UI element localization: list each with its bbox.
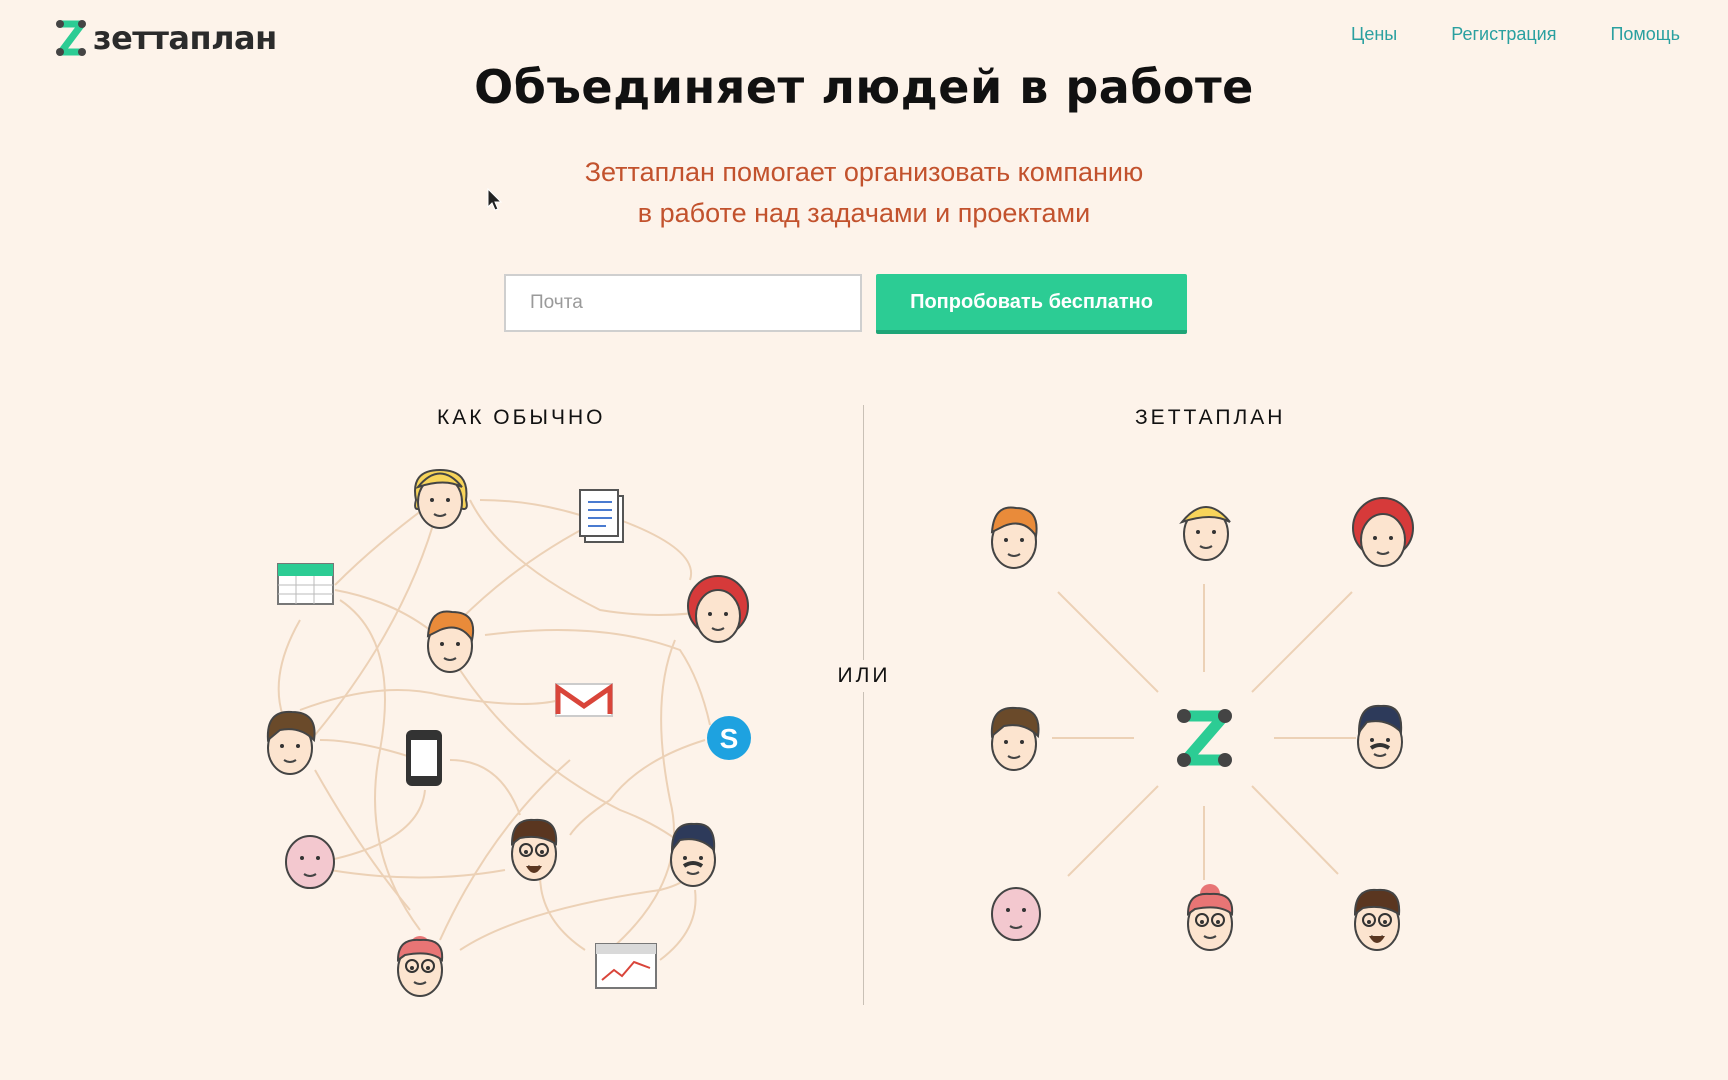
page-title: Объединяет людей в работе [474,60,1254,114]
right-old-man-avatar [991,887,1041,941]
man-glasses-beard-avatar [510,818,558,881]
woman-blonde-avatar [414,468,468,529]
right-man-ginger-avatar [990,506,1038,569]
man-mustache-avatar [670,822,716,887]
email-input[interactable] [504,274,862,332]
right-man-brown-avatar [990,706,1040,771]
document-icon [579,489,624,543]
chart-icon [595,943,657,989]
woman-pink-avatar [396,936,444,997]
mouse-cursor-icon [487,187,503,217]
hero-subtitle: Зеттаплан помогает организовать компанию… [0,152,1728,234]
woman-redhair-avatar [687,575,749,643]
hero-subtitle-line1: Зеттаплан помогает организовать компанию [584,157,1144,187]
man-ginger-avatar [426,610,474,673]
column-divider [863,405,864,1005]
gmail-icon [555,683,613,717]
right-man-glasses-beard-avatar [1353,888,1401,951]
logo[interactable]: зеттаплан [55,18,277,58]
phone-icon [406,730,442,786]
nav-link-help[interactable]: Помощь [1610,24,1680,45]
right-man-mustache-avatar [1357,704,1403,769]
right-column-title: ЗЕТТАПЛАН [1135,406,1286,429]
try-free-button[interactable]: Попробовать бесплатно [876,274,1187,334]
right-woman-blonde-avatar [1179,506,1231,561]
brand-name: зеттаплан [93,19,277,57]
skype-icon: S [707,716,751,760]
svg-text:S: S [720,723,739,754]
right-woman-redhair-avatar [1352,497,1414,567]
old-man-avatar [285,835,335,889]
zettaplan-hub-icon [1177,709,1232,767]
left-tangle-lines [277,496,716,961]
top-nav: Цены Регистрация Помощь [1351,24,1680,45]
zettaplan-logo-icon [55,19,87,57]
right-woman-pink-avatar [1186,884,1234,951]
calendar-icon [277,563,334,605]
man-brown-avatar [266,710,316,775]
hero-subtitle-line2: в работе над задачами и проектами [637,198,1091,228]
nav-link-registration[interactable]: Регистрация [1451,24,1556,45]
nav-link-prices[interactable]: Цены [1351,24,1397,45]
or-separator: ИЛИ [830,660,898,692]
left-column-title: КАК ОБЫЧНО [437,406,606,429]
